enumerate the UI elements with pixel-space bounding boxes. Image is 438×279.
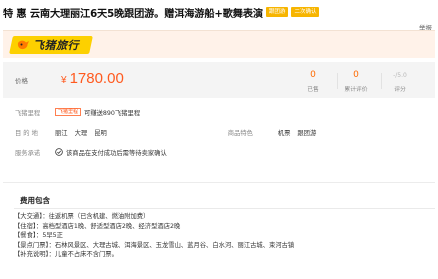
price-value: ¥1780.00	[61, 70, 124, 87]
divider	[3, 182, 435, 183]
feature-item: 机票	[277, 129, 291, 137]
destination-city: 丽江	[55, 129, 68, 137]
stat-rating-label: 评分	[394, 87, 406, 93]
brand-bar: 飞猪旅行	[3, 30, 435, 58]
destination-city: 昆明	[94, 129, 107, 137]
brand-name: 飞猪旅行	[33, 39, 79, 52]
destination-city: 大理	[74, 129, 88, 137]
features-label: 商品特色	[227, 129, 253, 137]
fee-section-title: 费用包含	[20, 196, 50, 205]
list-item: 【住宿】：高档型酒店1晚、舒适型酒店2晚、经济型酒店2晚	[14, 222, 181, 230]
tag-group-tour: 跟团游	[265, 7, 289, 17]
stat-rating-value: -/5.0	[393, 72, 407, 79]
feature-item: 跟团游	[297, 129, 317, 137]
stat-reviews[interactable]: 0 累计评价	[333, 70, 379, 93]
stat-sold: 0 已售	[290, 70, 336, 93]
destination-label: 目 的 地	[15, 129, 38, 137]
fliggy-logo[interactable]: 飞猪旅行	[17, 36, 79, 54]
stat-sold-value: 0	[310, 70, 316, 80]
service-label: 服务承诺	[15, 149, 41, 157]
tag-second-confirm: 二次确认	[291, 7, 320, 17]
price-panel: 价格 ¥1780.00 0 已售 0 累计评价 -/5.0 评分	[3, 62, 435, 98]
service-text: 该商品在支付成功后需等待卖家确认	[66, 149, 167, 157]
list-item: 【补充说明】：儿童不占床不含门票。	[14, 251, 118, 259]
list-item: 【大交通】：往返机票（已含机建、燃油附加费）	[14, 213, 150, 220]
mileage-label: 飞猪里程	[15, 109, 41, 117]
product-title: 特 惠 云南大理丽江6天5晚跟团游。赠洱海游船+歌舞表演	[3, 8, 263, 20]
list-item: 【餐食】：5早5正	[14, 232, 63, 240]
stat-reviews-label: 累计评价	[344, 87, 368, 93]
mileage-text: 可赚送890飞猪里程	[84, 109, 141, 117]
price-label: 价格	[15, 77, 28, 85]
mileage-tag: 飞猪里程	[55, 108, 82, 116]
stat-reviews-value: 0	[353, 70, 359, 80]
stat-sold-label: 已售	[307, 87, 319, 93]
list-item: 【景点门票】：石林风景区、大理古城、洱海景区、玉龙雪山、蓝月谷、白水河、丽江古城…	[14, 241, 295, 249]
check-circle-icon	[55, 148, 63, 156]
price-amount: 1780.00	[69, 70, 124, 87]
stat-rating: -/5.0 评分	[377, 70, 423, 93]
destination-row: 目 的 地 丽江 大理 昆明 商品特色 机票 跟团游	[3, 125, 435, 139]
fliggy-logo-icon	[17, 40, 29, 50]
product-title-row: 特 惠 云南大理丽江6天5晚跟团游。赠洱海游船+歌舞表演 跟团游 二次确认	[3, 4, 435, 20]
mileage-row: 飞猪里程 飞猪里程 可赚送890飞猪里程	[3, 105, 435, 119]
section-divider	[14, 208, 435, 209]
service-row: 服务承诺 该商品在支付成功后需等待卖家确认	[3, 145, 435, 159]
fee-inclusions-list: 【大交通】：往返机票（已含机建、燃油附加费） 【住宿】：高档型酒店1晚、舒适型酒…	[14, 212, 435, 260]
currency-symbol: ¥	[61, 75, 67, 86]
